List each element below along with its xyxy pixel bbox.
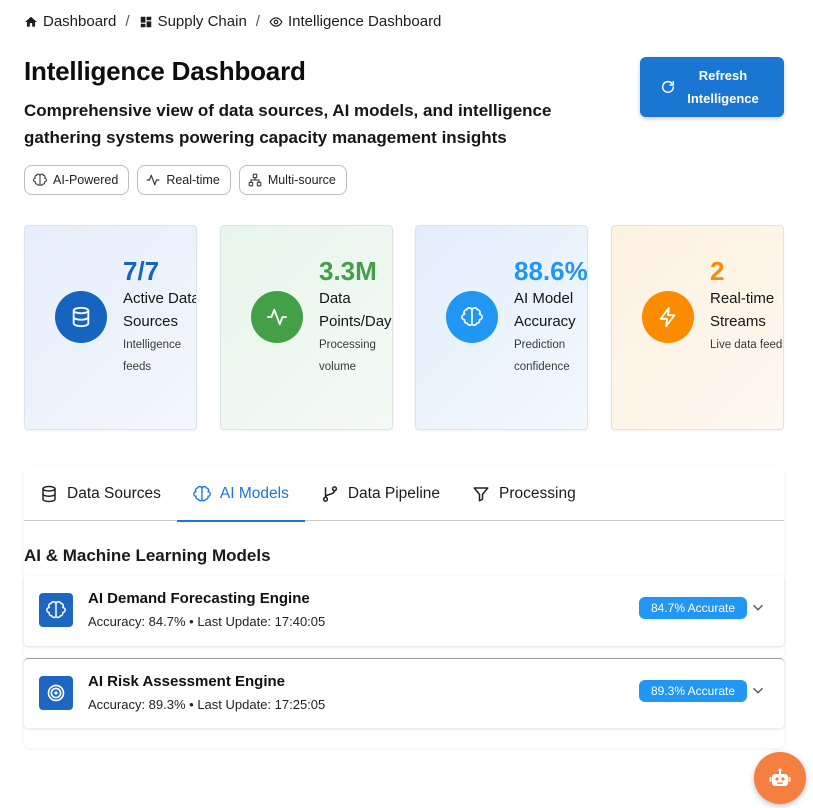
stat-text: 7/7 Active Data Sources Intelligence fee…	[123, 256, 197, 378]
section-title: AI & Machine Learning Models	[24, 546, 271, 565]
stat-text: 3.3M Data Points/Day Processing volume	[319, 256, 392, 378]
chip-label: Real-time	[166, 173, 220, 187]
breadcrumb: Dashboard / Supply Chain / Intelligence …	[24, 13, 441, 30]
stat-label: AI Model Accuracy	[514, 290, 576, 330]
tab-data-pipeline[interactable]: Data Pipeline	[305, 466, 456, 521]
tab-label: Data Sources	[67, 484, 161, 502]
brain-icon	[461, 307, 483, 327]
home-icon	[25, 16, 37, 27]
intelligence-tabs-panel: Data Sources AI Models Data Pipeline Pro…	[24, 466, 784, 748]
stat-value: 3.3M	[319, 256, 377, 286]
assistant-fab-button[interactable]	[754, 752, 806, 804]
breadcrumb-label: Supply Chain	[157, 13, 247, 30]
eye-icon	[269, 16, 283, 27]
stat-value: 88.6%	[514, 256, 588, 286]
stat-card-data-sources: 7/7 Active Data Sources Intelligence fee…	[24, 225, 197, 430]
breadcrumb-current: Intelligence Dashboard	[269, 13, 441, 30]
lightning-icon	[659, 306, 676, 328]
tab-label: Processing	[499, 484, 576, 502]
pulse-icon	[266, 308, 288, 326]
network-icon	[248, 173, 262, 187]
chip-multi-source: Multi-source	[238, 165, 347, 195]
feature-chips: AI-Powered Real-time Multi-source	[24, 165, 347, 195]
model-name: AI Demand Forecasting Engine	[88, 590, 310, 607]
tab-processing[interactable]: Processing	[456, 466, 592, 521]
chip-ai-powered: AI-Powered	[24, 165, 130, 195]
model-meta: Accuracy: 84.7% • Last Update: 17:40:05	[88, 614, 326, 629]
database-icon	[42, 485, 56, 502]
stat-text: 88.6% AI Model Accuracy Prediction confi…	[514, 256, 588, 378]
tab-label: Data Pipeline	[347, 484, 441, 502]
stat-value: 7/7	[123, 256, 160, 286]
stat-label: Active Data Sources	[123, 290, 197, 330]
filter-icon	[473, 486, 489, 501]
breadcrumb-label: Intelligence Dashboard	[287, 13, 442, 30]
tab-bar: Data Sources AI Models Data Pipeline Pro…	[24, 466, 784, 522]
page-title: Intelligence Dashboard	[24, 56, 306, 86]
page-subtitle: Comprehensive view of data sources, AI m…	[24, 101, 552, 147]
stat-sub: Prediction confidence	[514, 339, 570, 373]
model-meta: Accuracy: 89.3% • Last Update: 17:25:05	[88, 697, 326, 712]
chip-real-time: Real-time	[137, 165, 231, 195]
model-row-risk-assessment[interactable]: AI Risk Assessment Engine Accuracy: 89.3…	[24, 658, 784, 728]
accuracy-badge: 89.3% Accurate	[639, 680, 747, 702]
model-row-demand-forecasting[interactable]: AI Demand Forecasting Engine Accuracy: 8…	[24, 576, 784, 646]
stat-card-model-accuracy: 88.6% AI Model Accuracy Prediction confi…	[415, 225, 588, 430]
git-branch-icon	[322, 485, 337, 502]
stat-text: 2 Real-time Streams Live data feeds	[710, 256, 784, 356]
stat-value: 2	[710, 256, 725, 286]
database-icon	[72, 306, 90, 328]
chevron-down-icon[interactable]	[751, 684, 765, 698]
grid-icon	[140, 16, 151, 27]
stat-icon-circle	[55, 291, 107, 343]
stat-sub: Processing volume	[319, 339, 376, 373]
refresh-icon	[661, 80, 675, 93]
breadcrumb-separator: /	[255, 13, 260, 30]
target-icon	[47, 684, 65, 702]
stat-label: Real-time Streams	[710, 290, 775, 330]
robot-icon	[769, 768, 791, 786]
chevron-down-icon[interactable]	[751, 601, 765, 615]
stat-icon-circle	[446, 291, 498, 343]
tab-ai-models[interactable]: AI Models	[176, 466, 305, 522]
stat-card-data-points: 3.3M Data Points/Day Processing volume	[220, 225, 393, 430]
brain-icon	[33, 173, 47, 186]
tab-label: AI Models	[219, 484, 289, 502]
breadcrumb-separator: /	[125, 13, 130, 30]
chip-label: Multi-source	[267, 173, 336, 187]
accuracy-badge: 84.7% Accurate	[639, 597, 747, 619]
chip-label: AI-Powered	[53, 173, 119, 187]
stat-sub: Intelligence feeds	[123, 339, 182, 373]
model-icon-box	[39, 676, 73, 710]
tab-data-sources[interactable]: Data Sources	[24, 466, 177, 521]
breadcrumb-label: Dashboard	[43, 13, 117, 30]
stat-icon-circle	[642, 291, 694, 343]
breadcrumb-dashboard[interactable]: Dashboard	[24, 13, 116, 30]
breadcrumb-supply-chain[interactable]: Supply Chain	[139, 13, 247, 30]
stat-card-realtime-streams: 2 Real-time Streams Live data feeds	[611, 225, 784, 430]
stat-label: Data Points/Day	[319, 290, 392, 330]
model-icon-box	[39, 593, 73, 627]
refresh-button-label: Refresh Intelligence	[687, 68, 759, 106]
refresh-intelligence-button[interactable]: Refresh Intelligence	[640, 57, 784, 117]
stat-sub: Live data feeds	[710, 339, 784, 351]
brain-icon	[46, 601, 66, 619]
brain-icon	[193, 485, 211, 501]
model-name: AI Risk Assessment Engine	[88, 673, 286, 690]
stat-icon-circle	[251, 291, 303, 343]
pulse-icon	[146, 174, 160, 186]
